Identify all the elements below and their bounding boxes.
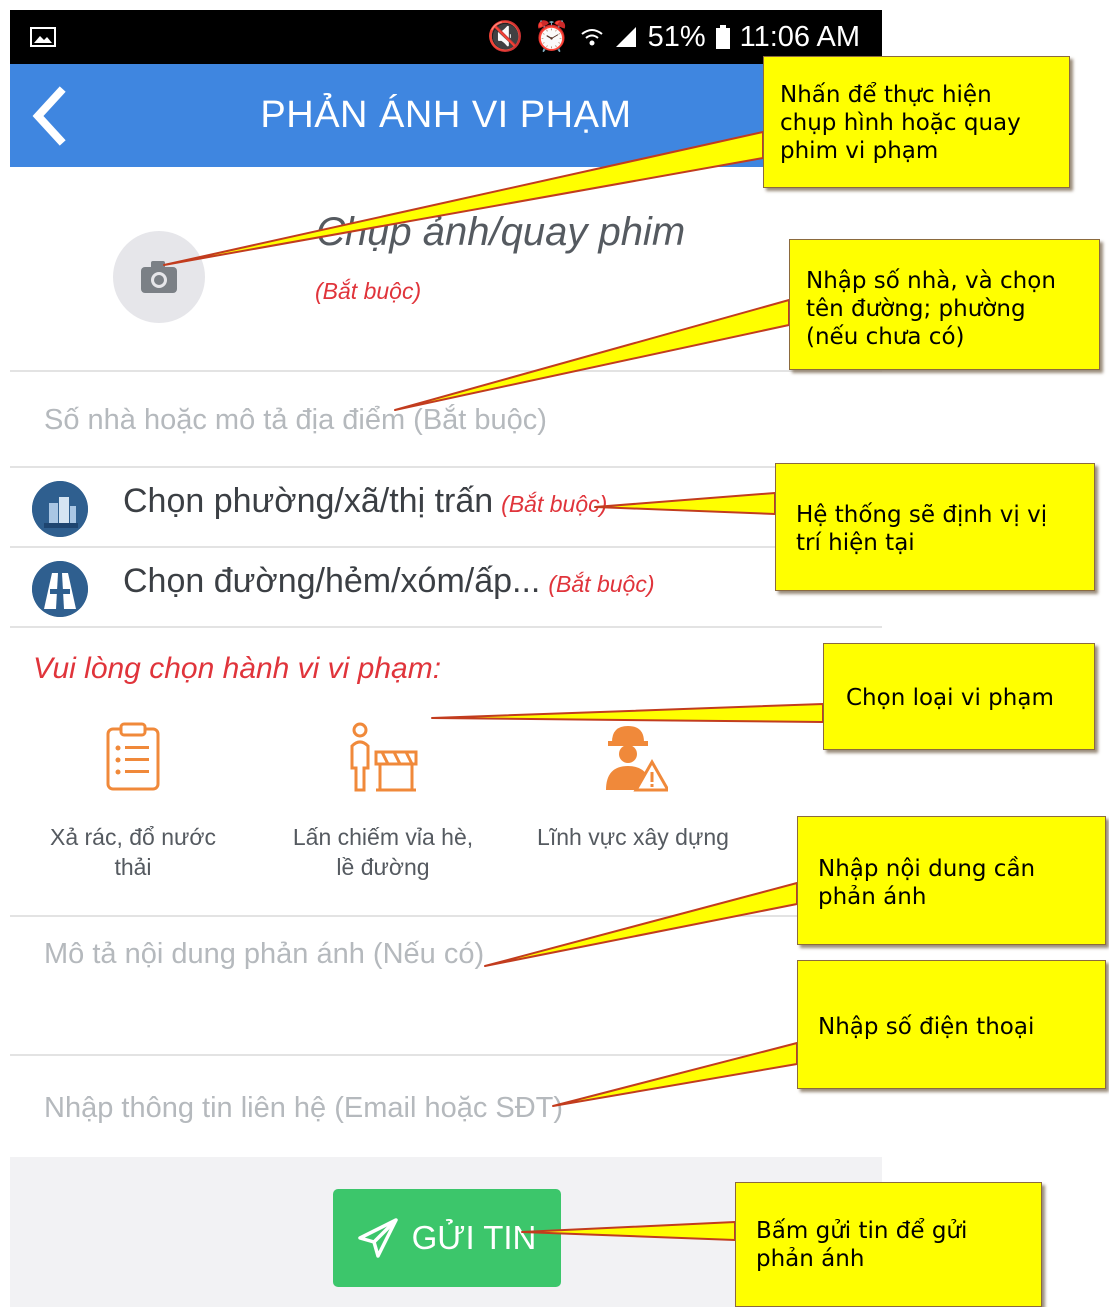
construction-worker-icon bbox=[606, 726, 668, 792]
callout-send: Bấm gửi tin để gửi phản ánh bbox=[735, 1182, 1042, 1307]
divider bbox=[10, 370, 882, 372]
clock: 11:06 AM bbox=[739, 20, 860, 53]
camera-button[interactable] bbox=[113, 231, 205, 323]
mute-icon: 🔇 bbox=[487, 21, 524, 53]
signal-icon bbox=[615, 27, 636, 47]
address-input[interactable]: Số nhà hoặc mô tả địa điểm (Bắt buộc) bbox=[44, 404, 547, 437]
road-icon bbox=[32, 561, 88, 617]
contact-input[interactable]: Nhập thông tin liên hệ (Email hoặc SĐT) bbox=[44, 1092, 563, 1125]
divider bbox=[10, 915, 882, 917]
paper-plane-icon bbox=[357, 1218, 398, 1258]
street-select[interactable]: Chọn đường/hẻm/xóm/ấp... (Bắt buộc) bbox=[10, 548, 882, 626]
phone-screen: 🔇 ⏰ 51% 11:06 AM PHẢN ÁNH VI PHẠM Chụp ả… bbox=[10, 10, 882, 1307]
callout-photo: Nhấn để thực hiện chụp hình hoặc quay ph… bbox=[763, 56, 1070, 188]
callout-description: Nhập nội dung cần phản ánh bbox=[797, 816, 1106, 945]
category-construction[interactable]: Lĩnh vực xây dựng bbox=[533, 722, 733, 852]
callout-violation: Chọn loại vi phạm bbox=[823, 643, 1095, 750]
callout-address: Nhập số nhà, và chọn tên đường; phường (… bbox=[789, 239, 1100, 370]
camera-icon bbox=[141, 261, 177, 293]
building-icon bbox=[32, 481, 88, 537]
street-select-label: Chọn đường/hẻm/xóm/ấp... (Bắt buộc) bbox=[123, 562, 655, 601]
category-label: Lĩnh vực xây dựng bbox=[537, 824, 729, 850]
category-sidewalk[interactable]: Lấn chiếm vỉa hè, lề đường bbox=[283, 722, 483, 882]
category-label: Xả rác, đổ nước thải bbox=[50, 824, 216, 880]
divider bbox=[10, 626, 882, 628]
app-bar: PHẢN ÁNH VI PHẠM bbox=[10, 64, 882, 167]
wifi-icon bbox=[580, 29, 603, 46]
alarm-icon: ⏰ bbox=[533, 21, 570, 53]
category-waste[interactable]: Xả rác, đổ nước thải bbox=[33, 722, 233, 882]
callout-phone: Nhập số điện thoại bbox=[797, 960, 1106, 1089]
divider bbox=[10, 1054, 882, 1056]
street-label-text: Chọn đường/hẻm/xóm/ấp... bbox=[123, 562, 541, 600]
ward-required-text: (Bắt buộc) bbox=[501, 491, 608, 517]
clipboard-icon bbox=[106, 722, 160, 791]
description-input[interactable]: Mô tả nội dung phản ánh (Nếu có) bbox=[44, 938, 484, 971]
photo-label[interactable]: Chụp ảnh/quay phim bbox=[316, 210, 685, 255]
status-bar: 🔇 ⏰ 51% 11:06 AM bbox=[10, 10, 882, 64]
battery-percent: 51% bbox=[647, 20, 706, 53]
page-title: PHẢN ÁNH VI PHẠM bbox=[260, 94, 632, 136]
back-arrow-icon[interactable] bbox=[24, 86, 74, 146]
sidewalk-barrier-icon bbox=[350, 722, 418, 792]
photo-required-text: (Bắt buộc) bbox=[315, 278, 422, 304]
gallery-notification-icon bbox=[30, 27, 56, 47]
send-button-label: GỬI TIN bbox=[411, 1219, 537, 1256]
ward-select-label: Chọn phường/xã/thị trấn (Bắt buộc) bbox=[123, 482, 607, 521]
callout-location: Hệ thống sẽ định vị vị trí hiện tại bbox=[775, 463, 1095, 591]
street-required-text: (Bắt buộc) bbox=[548, 571, 655, 597]
category-label: Lấn chiếm vỉa hè, lề đường bbox=[292, 824, 474, 880]
battery-icon bbox=[715, 25, 730, 49]
send-button[interactable]: GỬI TIN bbox=[333, 1189, 561, 1287]
ward-select[interactable]: Chọn phường/xã/thị trấn (Bắt buộc) bbox=[10, 468, 882, 546]
ward-label-text: Chọn phường/xã/thị trấn bbox=[123, 482, 494, 520]
violation-section-title: Vui lòng chọn hành vi vi phạm: bbox=[33, 652, 442, 685]
